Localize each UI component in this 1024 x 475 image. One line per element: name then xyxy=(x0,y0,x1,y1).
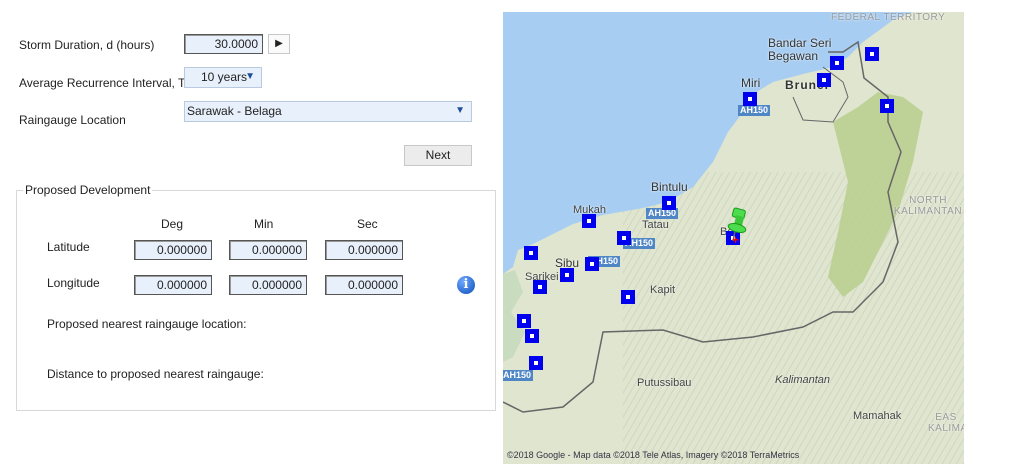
map-label-kalimantan: Kalimantan xyxy=(775,374,831,386)
raingauge-marker[interactable] xyxy=(582,214,596,228)
map-view[interactable]: FEDERAL TERRITORY Bandar Seri Begawan Br… xyxy=(503,12,964,464)
map-label-miri: Miri xyxy=(741,76,761,90)
proposed-development-legend: Proposed Development xyxy=(25,183,151,197)
raingauge-marker[interactable] xyxy=(617,231,631,245)
chevron-down-icon: ▼ xyxy=(455,105,465,116)
raingauge-label: Raingauge Location xyxy=(19,113,126,127)
longitude-sec-input[interactable]: 0.000000 xyxy=(325,275,403,295)
latitude-min-input[interactable]: 0.000000 xyxy=(229,240,307,260)
map-attribution: ©2018 Google - Map data ©2018 Tele Atlas… xyxy=(507,450,800,460)
storm-duration-label: Storm Duration, d (hours) xyxy=(19,38,155,52)
raingauge-marker[interactable] xyxy=(524,246,538,260)
run-button[interactable]: ▶ xyxy=(268,34,290,54)
raingauge-marker[interactable] xyxy=(533,280,547,294)
map-label-bintulu: Bintulu xyxy=(651,180,688,194)
map-label-putussibau: Putussibau xyxy=(637,377,692,389)
map-label-kapit: Kapit xyxy=(650,284,676,296)
play-icon: ▶ xyxy=(275,38,283,49)
deg-header: Deg xyxy=(161,217,184,231)
latitude-sec-input[interactable]: 0.000000 xyxy=(325,240,403,260)
raingauge-marker[interactable] xyxy=(662,196,676,210)
crosshair-icon: + xyxy=(732,233,740,247)
ari-value: 10 years xyxy=(201,70,248,84)
selected-location-pin-icon[interactable] xyxy=(725,207,755,247)
raingauge-marker[interactable] xyxy=(585,257,599,271)
raingauge-marker[interactable] xyxy=(830,56,844,70)
latitude-label: Latitude xyxy=(47,240,90,254)
longitude-deg-input[interactable]: 0.000000 xyxy=(134,275,212,295)
road-shield: AH150 xyxy=(503,370,534,381)
map-label-tatau: Tatau xyxy=(642,219,669,231)
raingauge-marker[interactable] xyxy=(529,356,543,370)
min-header: Min xyxy=(254,217,274,231)
latitude-deg-input[interactable]: 0.000000 xyxy=(134,240,212,260)
ari-dropdown[interactable]: 10 years ▼ xyxy=(184,67,262,88)
longitude-min-input[interactable]: 0.000000 xyxy=(229,275,307,295)
map-label-north-kalimantan: NORTH KALIMANTAN xyxy=(893,195,963,217)
map-label-federal-territory: FEDERAL TERRITORY xyxy=(831,12,946,23)
map-label-mamahak: Mamahak xyxy=(853,410,902,422)
raingauge-marker[interactable] xyxy=(865,47,879,61)
map-label-east-kalimantan: EAS KALIMA xyxy=(928,412,964,434)
raingauge-marker[interactable] xyxy=(525,329,539,343)
raingauge-marker[interactable] xyxy=(880,99,894,113)
raingauge-marker[interactable] xyxy=(517,314,531,328)
raingauge-value: Sarawak - Belaga xyxy=(187,104,282,118)
raingauge-marker[interactable] xyxy=(621,290,635,304)
chevron-down-icon: ▼ xyxy=(245,71,255,82)
next-button[interactable]: Next xyxy=(404,145,472,166)
ari-label: Average Recurrence Interval, T xyxy=(19,76,186,90)
storm-duration-input[interactable]: 30.0000 xyxy=(184,34,263,54)
road-shield: AH150 xyxy=(738,105,771,116)
sec-header: Sec xyxy=(357,217,378,231)
nearest-raingauge-label: Proposed nearest raingauge location: xyxy=(47,317,247,331)
longitude-label: Longitude xyxy=(47,276,100,290)
distance-label: Distance to proposed nearest raingauge: xyxy=(47,367,264,381)
raingauge-marker[interactable] xyxy=(743,92,757,106)
raingauge-marker[interactable] xyxy=(560,268,574,282)
info-icon[interactable]: i xyxy=(457,276,475,294)
raingauge-marker[interactable] xyxy=(817,73,831,87)
raingauge-dropdown[interactable]: Sarawak - Belaga ▼ xyxy=(184,101,472,122)
